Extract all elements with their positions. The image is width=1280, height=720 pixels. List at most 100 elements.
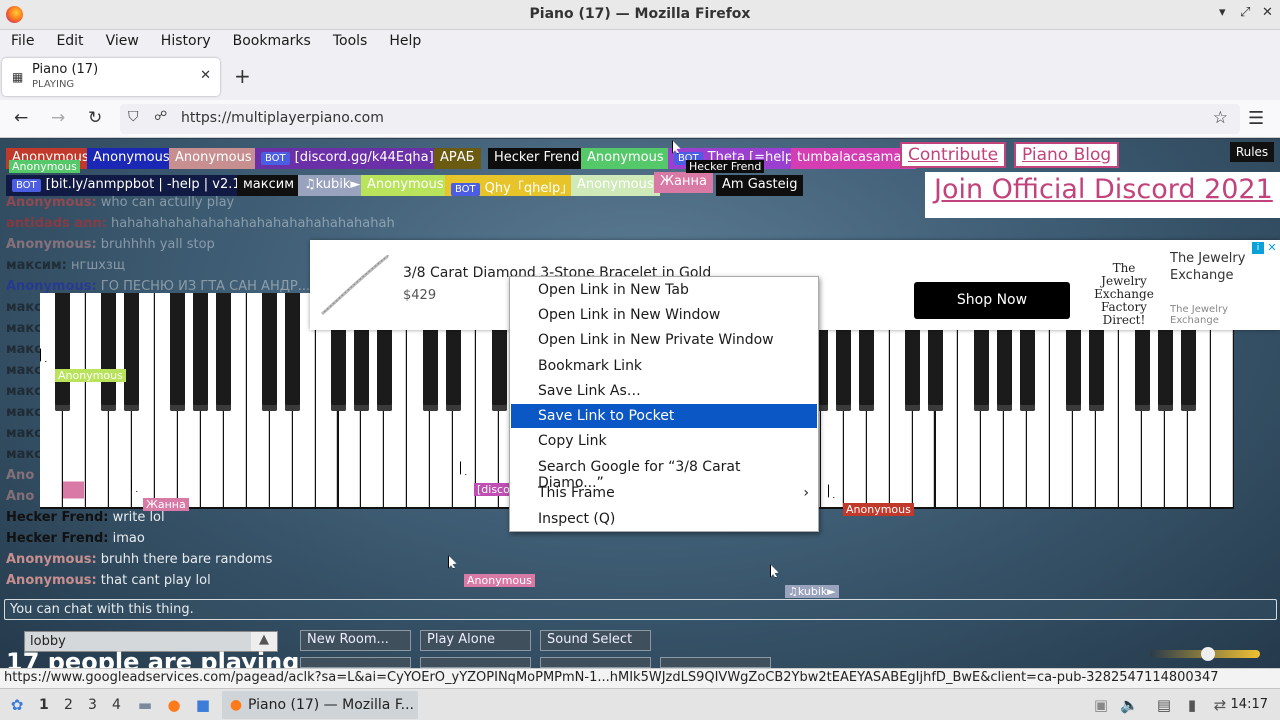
maximize-button[interactable]: ⤢ [1240, 5, 1250, 20]
network-icon[interactable]: ⇄ [1211, 696, 1229, 714]
menu-tools[interactable]: Tools [322, 30, 379, 52]
chat-author: макс [6, 405, 42, 420]
chat-text: нгшхзщ [66, 258, 126, 273]
participant-tag[interactable]: tumbalacasaman [791, 148, 916, 169]
context-menu-item[interactable]: Open Link in New Tab [511, 278, 817, 302]
reload-button[interactable]: ↻ [88, 108, 102, 128]
black-key[interactable] [285, 293, 301, 411]
control-button[interactable] [300, 657, 411, 668]
participant-tag[interactable]: Anonymous [169, 148, 258, 169]
sound-select-button[interactable]: Sound Select [540, 630, 651, 651]
participant-tag[interactable]: BOT Qhy「qhelp」 [445, 175, 580, 196]
participant-tag[interactable]: ♫kubik► [298, 175, 367, 196]
contribute-link[interactable]: Contribute [900, 142, 1007, 168]
context-menu-item[interactable]: Bookmark Link [511, 354, 817, 378]
tray-icon[interactable]: ▣ [1092, 696, 1110, 714]
file-manager-icon[interactable]: ▬ [136, 696, 154, 714]
volume-slider-handle[interactable] [1201, 647, 1215, 661]
participant-tag[interactable]: Hecker Frend [488, 148, 586, 169]
participant-tag[interactable]: BOT [bit.ly/anmppbot | -help | v2.1] [6, 175, 252, 196]
menu-history[interactable]: History [150, 30, 222, 52]
close-window-button[interactable]: ✕ [1262, 5, 1273, 20]
context-menu-item[interactable]: Save Link to Pocket [511, 404, 817, 428]
control-button[interactable] [420, 657, 531, 668]
piano-icon: ▦ [12, 70, 24, 84]
tab-piano[interactable]: ▦ Piano (17) PLAYING ✕ [2, 58, 220, 96]
chat-input[interactable]: You can chat with this thing. [4, 599, 1277, 620]
participant-tag[interactable]: АРАБ [434, 148, 481, 169]
clipboard-icon[interactable]: ▤ [1155, 696, 1173, 714]
participant-tag[interactable]: Anonymous [581, 148, 670, 169]
menu-edit[interactable]: Edit [45, 30, 94, 52]
new-tab-button[interactable]: + [234, 64, 251, 88]
chat-text: who can actully play [96, 195, 235, 210]
black-key[interactable] [216, 293, 232, 411]
participant-tag[interactable]: BOT [discord.gg/k44Eqha] [255, 148, 440, 169]
jewelry-exchange-logo: The Jewelry Exchange Factory Direct! [1094, 261, 1154, 327]
context-menu-item[interactable]: Search Google for “3/8 Carat Diamo...” [511, 455, 817, 491]
participant-tag[interactable]: Anonymous [87, 148, 176, 169]
context-menu-item[interactable]: Open Link in New Window [511, 303, 817, 327]
battery-icon[interactable]: ▮ [1183, 696, 1201, 714]
black-key[interactable] [262, 293, 278, 411]
context-menu-item[interactable]: Save Link As… [511, 379, 817, 403]
black-key[interactable] [101, 293, 117, 411]
black-key[interactable] [55, 293, 71, 411]
app-menu-icon[interactable]: ✿ [8, 696, 26, 714]
tab-close-icon[interactable]: ✕ [200, 68, 211, 83]
firefox-icon[interactable]: ● [165, 696, 183, 714]
chat-message: макс [6, 342, 42, 357]
ad-close-icon[interactable]: ✕ [1266, 242, 1278, 254]
volume-icon[interactable]: 🔈 [1120, 696, 1139, 714]
control-button[interactable] [540, 657, 651, 668]
bookmark-star-icon[interactable]: ☆ [1213, 108, 1228, 128]
participant-tag[interactable]: Anonymous [361, 175, 450, 196]
rules-button[interactable]: Rules [1230, 142, 1274, 162]
cursor-name-tag: Anonymous [9, 160, 80, 173]
shield-icon[interactable]: ⛉ [128, 109, 139, 125]
context-menu-item-label: Save Link to Pocket [538, 408, 675, 424]
hamburger-menu-icon[interactable]: ☰ [1248, 108, 1264, 129]
ad-info-icon[interactable]: i [1252, 242, 1264, 254]
play-alone-button[interactable]: Play Alone [420, 630, 531, 651]
terminal-icon[interactable]: ■ [194, 696, 212, 714]
workspace-2[interactable]: 2 [64, 697, 73, 713]
workspace-3[interactable]: 3 [88, 697, 97, 713]
piano-blog-link[interactable]: Piano Blog [1014, 142, 1120, 168]
participant-tag[interactable]: Жанна [654, 172, 713, 193]
menu-file[interactable]: File [0, 30, 45, 52]
back-button[interactable]: ← [14, 108, 28, 128]
participant-tag[interactable]: максим [237, 175, 301, 196]
participant-name: [discord.gg/k44Eqha] [294, 150, 434, 165]
discord-link[interactable]: Join Official Discord 2021 [925, 172, 1280, 218]
participant-tag[interactable]: Am Gasteig [716, 175, 804, 196]
workspace-1[interactable]: 1 [39, 697, 49, 713]
shop-now-button[interactable]: Shop Now [914, 282, 1070, 319]
menu-view[interactable]: View [95, 30, 150, 52]
forward-button[interactable]: → [51, 108, 65, 128]
participant-name: Anonymous [577, 177, 654, 192]
menu-bookmarks[interactable]: Bookmarks [222, 30, 322, 52]
url-text[interactable]: https://multiplayerpiano.com [181, 110, 384, 126]
chat-message: Hecker Frend: imao [6, 531, 145, 546]
menu-help[interactable]: Help [378, 30, 432, 52]
taskbar-firefox-window[interactable]: ● Piano (17) — Mozilla F... [222, 691, 418, 719]
black-key[interactable] [170, 293, 186, 411]
context-menu-item[interactable]: This Frame › [511, 481, 817, 505]
context-menu-item[interactable]: Copy Link [511, 429, 817, 453]
workspace-4[interactable]: 4 [112, 697, 121, 713]
chevron-right-icon: › [803, 485, 809, 501]
context-menu-item[interactable]: Open Link in New Private Window [511, 328, 817, 352]
control-button[interactable] [660, 657, 771, 668]
chat-message: макс [6, 384, 42, 399]
chat-message: макс [6, 447, 42, 462]
chat-text: imao [108, 531, 145, 546]
minimize-button[interactable]: ▾ [1219, 5, 1226, 20]
context-menu-item[interactable]: Inspect (Q) [511, 507, 817, 531]
url-bar[interactable]: ⛉ ☍ https://multiplayerpiano.com ☆ [120, 104, 1240, 134]
new-room-button[interactable]: New Room... [300, 630, 411, 651]
participant-tag[interactable]: Anonymous [571, 175, 660, 196]
black-key[interactable] [124, 293, 140, 411]
context-menu-item-label: Bookmark Link [538, 358, 643, 374]
black-key[interactable] [193, 293, 209, 411]
